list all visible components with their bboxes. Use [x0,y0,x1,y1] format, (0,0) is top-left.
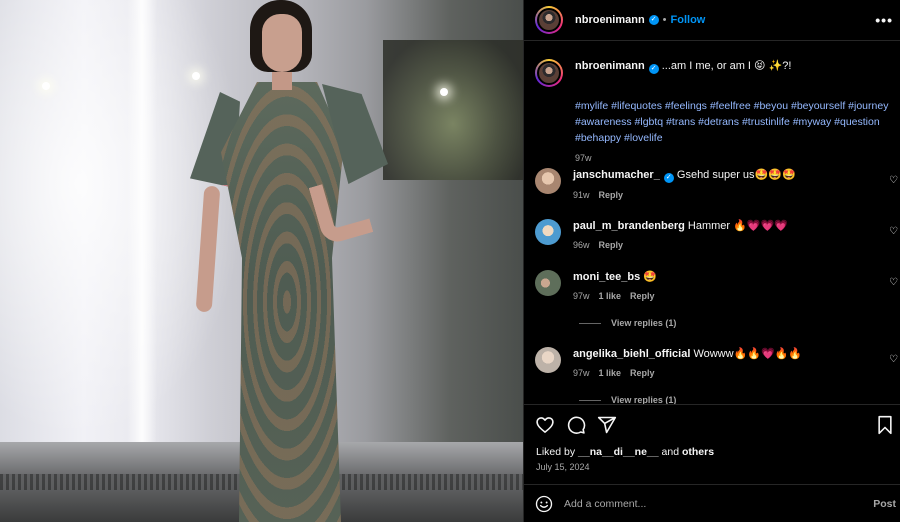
comments-scroll-area[interactable]: nbroenimann ✓ ...am I me, or am I 😝 ✨?! #… [524,41,900,404]
post-caption: nbroenimann ✓ ...am I me, or am I 😝 ✨?! #… [535,59,891,163]
liked-by-user[interactable]: __na__di__ne__ [578,446,659,458]
comment-item: paul_m_brandenberg Hammer 🔥💗💗💗 96w Reply… [535,219,900,252]
comment-age: 97w [573,368,590,378]
view-replies-label: View replies (1) [611,395,677,404]
divider [524,404,900,405]
verified-badge-icon: ✓ [648,15,659,25]
share-icon[interactable] [596,414,618,436]
caption-hashtags[interactable]: #mylife #lifequotes #feelings #feelfree … [575,98,893,146]
commenter-avatar[interactable] [535,347,561,373]
add-comment-bar: Add a comment... Post [534,492,896,516]
verified-badge-icon: ✓ [648,64,659,74]
post-actions-bar [534,413,896,437]
reply-button[interactable]: Reply [630,366,655,380]
liked-by-and: and [658,446,682,458]
liked-by-prefix: Liked by [536,446,579,458]
post-header: nbroenimann ✓ • Follow ••• [524,0,900,40]
like-comment-heart-icon[interactable]: ♡ [889,175,899,186]
reply-button[interactable]: Reply [599,238,624,252]
verified-badge-icon: ✓ [663,173,674,183]
caption-author-avatar[interactable] [535,59,563,87]
commenter-username[interactable]: paul_m_brandenberg [573,220,685,232]
liked-by-summary: Liked by __na__di__ne__ and others [536,446,714,458]
person-figure [190,0,400,522]
reply-button[interactable]: Reply [599,188,624,202]
emoji-icon[interactable] [534,494,554,514]
caption-author-username[interactable]: nbroenimann [575,60,645,72]
commenter-username[interactable]: angelika_biehl_official [573,348,690,360]
post-modal: nbroenimann ✓ • Follow ••• nbroenimann ✓ … [0,0,900,522]
author-username[interactable]: nbroenimann [575,14,645,26]
add-comment-input[interactable]: Add a comment... [564,498,873,510]
comment-text: Gsehd super us🤩🤩🤩 [676,169,796,181]
replies-line [579,322,601,324]
separator-dot: • [662,14,667,26]
view-replies-button[interactable]: View replies (1) [579,395,676,404]
post-side-panel: nbroenimann ✓ • Follow ••• nbroenimann ✓ … [523,0,900,522]
comment-age: 97w [573,291,590,301]
comment-like-count[interactable]: 1 like [599,366,622,380]
caption-age: 97w [575,153,592,163]
divider [524,484,900,485]
more-options-icon[interactable]: ••• [875,12,893,28]
commenter-avatar[interactable] [535,270,561,296]
heart-icon[interactable] [534,414,556,436]
comment-age: 96w [573,240,590,250]
commenter-avatar[interactable] [535,219,561,245]
commenter-username[interactable]: moni_tee_bs [573,271,640,283]
author-avatar[interactable] [535,6,563,34]
post-comment-button[interactable]: Post [873,498,896,510]
commenter-avatar[interactable] [535,168,561,194]
comment-text: Wowww🔥🔥💗🔥🔥 [693,348,803,360]
comment-text: Hammer 🔥💗💗💗 [687,220,788,232]
like-comment-heart-icon[interactable]: ♡ [889,354,899,365]
comment-icon[interactable] [565,414,587,436]
comment-item: angelika_biehl_official Wowww🔥🔥💗🔥🔥 97w 1… [535,347,900,380]
replies-line [579,399,601,401]
like-comment-heart-icon[interactable]: ♡ [889,277,899,288]
view-replies-label: View replies (1) [611,318,677,328]
comment-item: janschumacher_ ✓ Gsehd super us🤩🤩🤩 91w Re… [535,168,900,202]
caption-text: ...am I me, or am I 😝 ✨?! [661,60,792,72]
comment-item: moni_tee_bs 🤩 97w 1 like Reply ♡ [535,270,900,303]
follow-button[interactable]: Follow [671,14,706,26]
commenter-username[interactable]: janschumacher_ [573,169,660,181]
post-date[interactable]: July 15, 2024 [536,462,590,472]
comment-age: 91w [573,190,590,200]
liked-by-others[interactable]: others [682,446,714,458]
comment-text: 🤩 [643,271,658,283]
bookmark-icon[interactable] [874,414,896,436]
post-photo[interactable] [0,0,523,522]
like-comment-heart-icon[interactable]: ♡ [889,226,899,237]
reply-button[interactable]: Reply [630,289,655,303]
comment-like-count[interactable]: 1 like [599,289,622,303]
view-replies-button[interactable]: View replies (1) [579,318,676,328]
